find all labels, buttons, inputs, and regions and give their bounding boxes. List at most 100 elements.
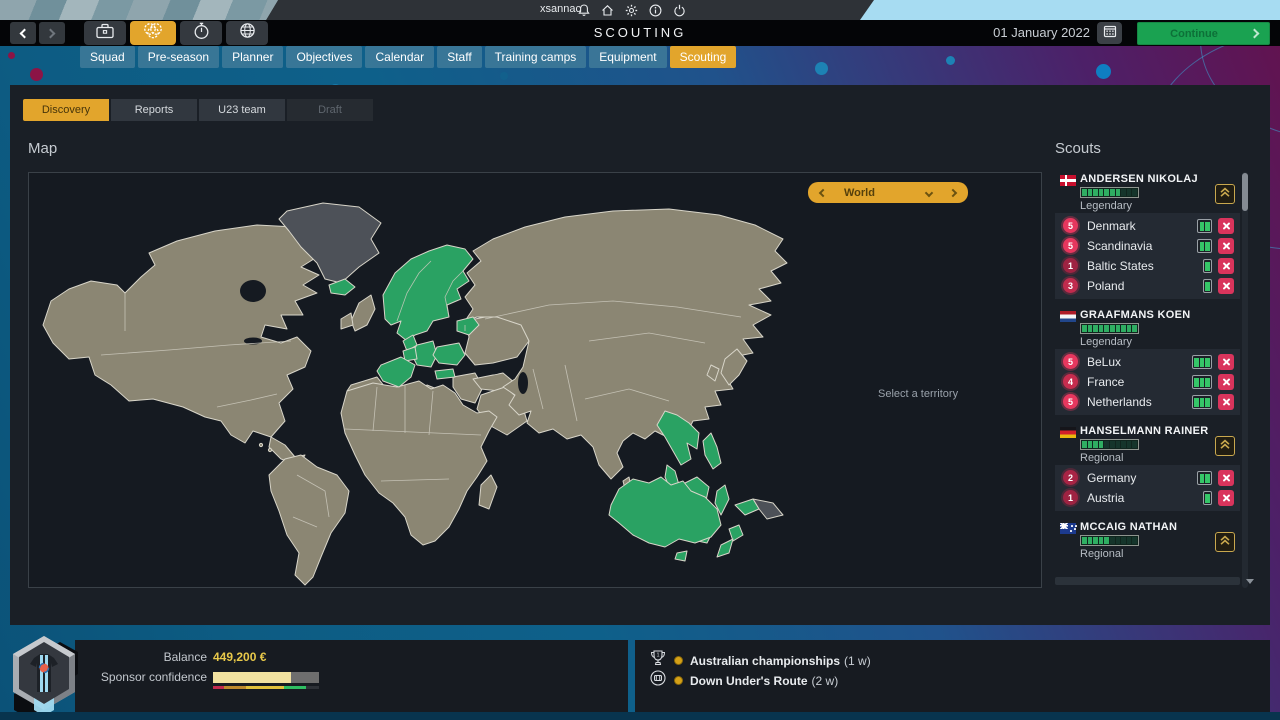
remove-territory-button[interactable] (1218, 238, 1234, 254)
scouts-scrollbar[interactable] (1242, 172, 1248, 588)
tab-pre-season[interactable]: Pre-season (138, 46, 219, 68)
tab-staff[interactable]: Staff (437, 46, 481, 68)
os-top-bar: xsannac (0, 0, 1280, 20)
scout-level-label: Legendary (1080, 200, 1132, 212)
zone-dropdown-icon[interactable] (925, 188, 933, 196)
remove-territory-button[interactable] (1218, 374, 1234, 390)
palmares-name: Down Under's Route (690, 674, 808, 688)
level-segment (1110, 189, 1115, 196)
tab-objectives[interactable]: Objectives (286, 46, 362, 68)
territory-name: Poland (1087, 279, 1124, 293)
level-segment (1121, 537, 1126, 544)
rating-badge: 4 (1063, 374, 1078, 389)
level-segment (1116, 441, 1121, 448)
gold-medal-icon (674, 676, 683, 685)
assignment-slots (1192, 355, 1213, 369)
territory-row: 5Netherlands (1055, 392, 1240, 412)
remove-territory-button[interactable] (1218, 278, 1234, 294)
rating-badge: 1 (1063, 490, 1078, 505)
scout-name: ANDERSEN NIKOLAJ (1080, 173, 1198, 185)
scouting-subtabs: DiscoveryReportsU23 teamDraft (23, 99, 373, 121)
territory-philippines (703, 433, 721, 469)
scale-segment (213, 686, 224, 689)
gear-icon[interactable] (625, 4, 638, 17)
zone-next-icon[interactable] (949, 188, 957, 196)
sponsor-confidence-scale (213, 686, 319, 689)
remove-territory-button[interactable] (1218, 490, 1234, 506)
territory-block: 2Germany1Austria (1055, 465, 1240, 511)
info-icon[interactable] (649, 4, 662, 17)
level-segment (1088, 325, 1093, 332)
remove-territory-button[interactable] (1218, 258, 1234, 274)
level-segment (1127, 537, 1132, 544)
scouts-list: ANDERSEN NIKOLAJ Legendary 5 Denmark 5Scandi… (1055, 172, 1240, 570)
slot-filled (1205, 398, 1210, 407)
calendar-button[interactable] (1097, 22, 1122, 44)
collapse-scout-button[interactable] (1215, 436, 1235, 456)
level-segment (1082, 537, 1087, 544)
tab-calendar[interactable]: Calendar (365, 46, 434, 68)
territory-name: Denmark (1087, 219, 1136, 233)
tab-planner[interactable]: Planner (222, 46, 283, 68)
palmares-panel: 1Australian championships(1 w)Down Under… (635, 640, 1270, 712)
assignment-slots (1203, 491, 1213, 505)
level-segment (1082, 325, 1087, 332)
continue-button[interactable]: Continue (1137, 22, 1270, 45)
bell-icon[interactable] (578, 4, 590, 17)
remove-territory-button[interactable] (1218, 394, 1234, 410)
territory-new-zealand-south (717, 539, 733, 557)
palmares-row: Down Under's Route(2 w) (649, 669, 838, 692)
tab-training-camps[interactable]: Training camps (485, 46, 587, 68)
scroll-down-icon[interactable] (1246, 579, 1254, 584)
subtab-u23-team[interactable]: U23 team (199, 99, 285, 121)
territory-name: Baltic States (1087, 259, 1154, 273)
subtab-discovery[interactable]: Discovery (23, 99, 109, 121)
scale-segment (284, 686, 306, 689)
scale-segment (224, 686, 246, 689)
double-chevron-up-icon (1219, 533, 1231, 551)
tab-scouting[interactable]: Scouting (670, 46, 737, 68)
assignment-slots (1197, 239, 1212, 253)
scouts-heading: Scouts (1055, 140, 1101, 157)
subtab-reports[interactable]: Reports (111, 99, 197, 121)
level-segment (1093, 441, 1098, 448)
collapse-scout-button[interactable] (1215, 184, 1235, 204)
world-map[interactable]: World Select a territory (28, 172, 1042, 588)
scrollbar-thumb[interactable] (1242, 173, 1248, 211)
level-segment (1132, 325, 1137, 332)
club-logo[interactable] (8, 634, 80, 716)
tab-equipment[interactable]: Equipment (589, 46, 666, 68)
territory-row: 5Scandinavia (1055, 236, 1240, 256)
map-zone-selector[interactable]: World (808, 182, 968, 203)
flag-icon-dk (1060, 175, 1076, 186)
tab-squad[interactable]: Squad (80, 46, 135, 68)
rating-badge: 1 (1063, 258, 1078, 273)
balance-label: Balance (75, 650, 207, 664)
territory-block: 5BeLux4France5Netherlands (1055, 349, 1240, 415)
remove-territory-button[interactable] (1218, 470, 1234, 486)
rating-badge: 5 (1063, 354, 1078, 369)
collapse-scout-button[interactable] (1215, 532, 1235, 552)
gold-medal-icon (674, 656, 683, 665)
power-icon[interactable] (673, 4, 686, 17)
remove-territory-button[interactable] (1218, 354, 1234, 370)
level-segment (1104, 441, 1109, 448)
territory-austria (435, 369, 455, 379)
level-segment (1127, 325, 1132, 332)
zone-label: World (844, 187, 875, 199)
territory-row: 5BeLux (1055, 352, 1240, 372)
assignment-slots (1197, 219, 1212, 233)
zone-prev-icon[interactable] (819, 188, 827, 196)
rating-badge: 5 (1063, 394, 1078, 409)
sponsor-confidence-bar (213, 672, 319, 683)
sponsor-confidence-label: Sponsor confidence (75, 670, 207, 684)
territory-north-america (43, 225, 319, 443)
home-icon[interactable] (601, 4, 614, 17)
scout-level-label: Regional (1080, 452, 1123, 464)
slot-filled (1205, 358, 1210, 367)
level-segment (1110, 537, 1115, 544)
level-segment (1116, 189, 1121, 196)
territory-south-america (269, 455, 349, 585)
territory-madagascar (479, 475, 497, 509)
remove-territory-button[interactable] (1218, 218, 1234, 234)
